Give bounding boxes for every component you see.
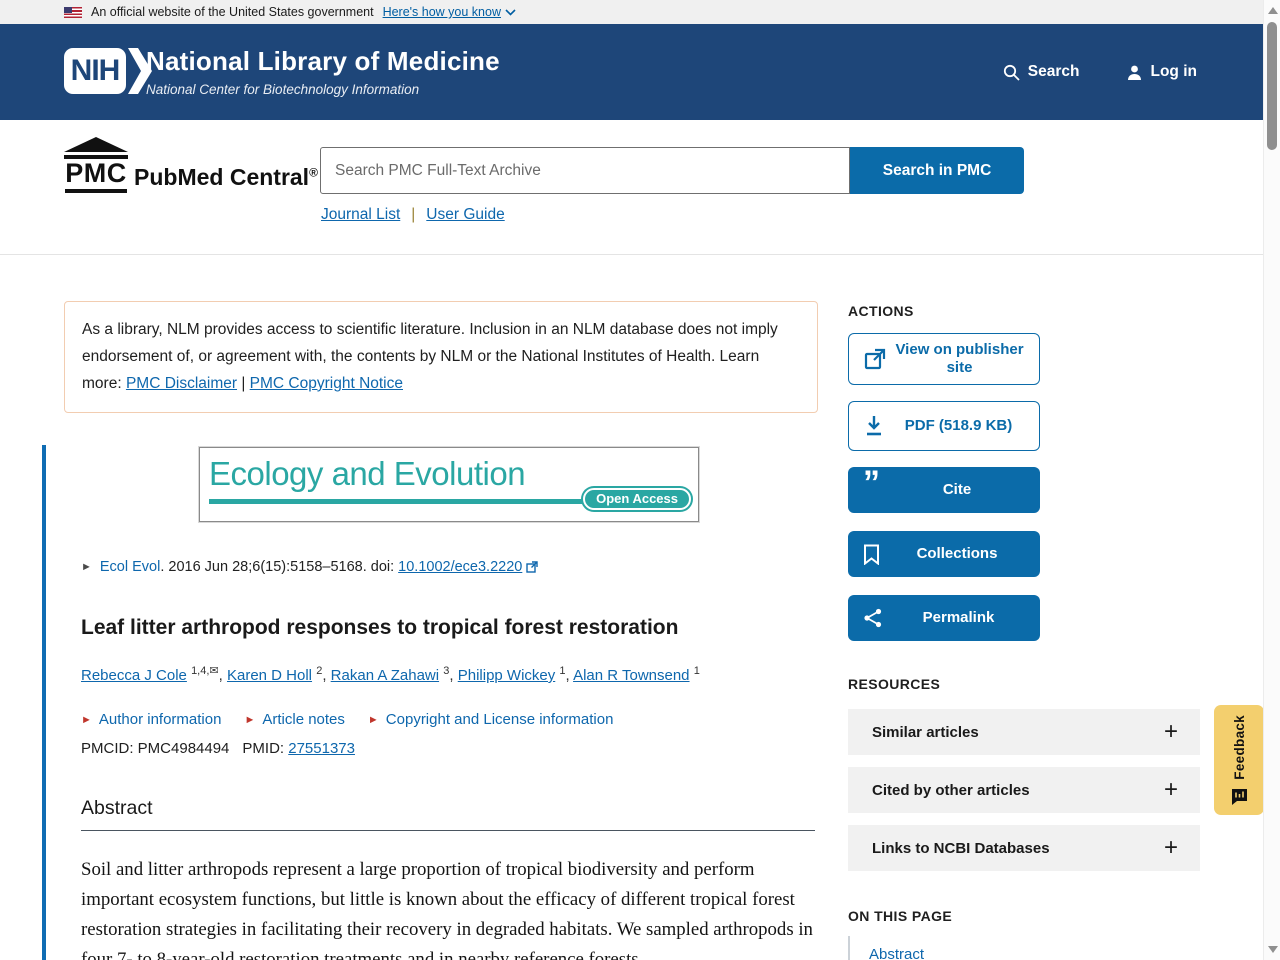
pmc-article-page: An official website of the United States…	[0, 0, 1280, 960]
gov-banner: An official website of the United States…	[0, 0, 1263, 24]
pmc-logo-text: PMC	[65, 158, 127, 193]
external-link-icon	[526, 561, 539, 573]
author-link[interactable]: Karen D Holl	[227, 667, 312, 684]
actions-heading: ACTIONS	[848, 303, 914, 319]
pdf-download-button[interactable]: PDF (518.9 KB)	[848, 401, 1040, 451]
author: Alan R Townsend 1	[573, 665, 700, 684]
journal-rule	[209, 499, 609, 504]
article-notes-link[interactable]: ► Article notes	[244, 711, 344, 728]
scrollbar-thumb[interactable]	[1267, 22, 1277, 150]
download-icon	[864, 415, 884, 437]
pmc-nav-links: Journal List | User Guide	[321, 206, 505, 224]
scroll-down-arrow[interactable]	[1267, 946, 1278, 953]
pmc-header: PMC PubMed Central® Search in PMC Journa…	[0, 120, 1263, 255]
gov-banner-text: An official website of the United States…	[91, 5, 374, 19]
author-link[interactable]: Rebecca J Cole	[81, 667, 187, 684]
doi-link[interactable]: 10.1002/ece3.2220	[398, 559, 522, 575]
scrollbar[interactable]	[1263, 0, 1280, 960]
author-link[interactable]: Alan R Townsend	[573, 667, 689, 684]
pmc-building-icon	[64, 137, 128, 152]
pmc-copyright-link[interactable]: PMC Copyright Notice	[250, 375, 403, 392]
resources-heading: RESOURCES	[848, 676, 941, 692]
search-icon	[1003, 64, 1020, 81]
view-on-publisher-site-button[interactable]: View on publisher site	[848, 333, 1040, 385]
author: Philipp Wickey 1,	[457, 665, 574, 684]
author: Rakan A Zahawi 3,	[330, 665, 458, 684]
author: Karen D Holl 2,	[226, 665, 331, 684]
cite-button[interactable]: ” Cite	[848, 464, 1040, 513]
abstract-heading: Abstract	[81, 797, 815, 831]
pmcid-label: PMCID:	[81, 740, 138, 757]
author-list: Rebecca J Cole 1,4,✉, Karen D Holl 2, Ra…	[81, 664, 700, 684]
journal-title: Ecology and Evolution	[209, 455, 526, 492]
search-in-pmc-button[interactable]: Search in PMC	[850, 147, 1024, 194]
plus-icon: +	[1163, 834, 1178, 861]
copyright-license-link[interactable]: ► Copyright and License information	[368, 711, 614, 728]
author-information-link[interactable]: ► Author information	[81, 711, 221, 728]
org-titles: National Library of Medicine National Ce…	[146, 46, 500, 97]
external-link-icon	[864, 348, 886, 370]
quote-icon: ”	[863, 464, 880, 502]
org-subtitle: National Center for Biotechnology Inform…	[146, 82, 420, 97]
pmc-logo[interactable]: PMC	[64, 137, 128, 193]
cited-by-accordion[interactable]: Cited by other articles +	[848, 767, 1200, 813]
journal-banner: Ecology and Evolution Open Access	[199, 447, 699, 522]
toc-abstract-link[interactable]: Abstract	[869, 946, 924, 960]
share-icon	[863, 608, 883, 628]
marker-icon: ►	[244, 713, 256, 726]
collections-button[interactable]: Collections	[848, 531, 1040, 577]
us-flag-icon	[64, 6, 82, 18]
heres-how-you-know-link[interactable]: Here's how you know	[383, 5, 516, 19]
plus-icon: +	[1163, 718, 1178, 745]
scroll-up-arrow[interactable]	[1267, 7, 1278, 14]
ncbi-links-accordion[interactable]: Links to NCBI Databases +	[848, 825, 1200, 871]
article-meta-links: ► Author information ► Article notes ► C…	[81, 711, 613, 728]
header-login-button[interactable]: Log in	[1126, 63, 1197, 81]
feedback-button[interactable]: Feedback	[1214, 705, 1264, 815]
pmcid-value: PMC4984494	[137, 740, 230, 757]
similar-articles-accordion[interactable]: Similar articles +	[848, 709, 1200, 755]
registered-mark: ®	[309, 165, 318, 180]
author-link[interactable]: Rakan A Zahawi	[331, 667, 439, 684]
on-this-page-heading: ON THIS PAGE	[848, 908, 953, 924]
citation-text: . 2016 Jun 28;6(15):5158–5168. doi:	[160, 559, 395, 575]
pmid-link[interactable]: 27551373	[288, 740, 355, 757]
pmc-search-input[interactable]	[320, 147, 850, 194]
chevron-down-icon	[505, 8, 516, 16]
plus-icon: +	[1163, 776, 1178, 803]
author: Rebecca J Cole 1,4,✉,	[81, 665, 227, 684]
header-actions: Search Log in	[1003, 24, 1197, 120]
nih-logo[interactable]: NIH	[64, 48, 152, 94]
pmc-brand: PubMed Central®	[134, 164, 318, 190]
header-search-button[interactable]: Search	[1003, 63, 1080, 81]
citation-line: ► Ecol Evol . 2016 Jun 28;6(15):5158–516…	[81, 559, 539, 575]
open-access-badge: Open Access	[583, 488, 691, 510]
nlm-header: NIH National Library of Medicine Nationa…	[0, 24, 1263, 120]
marker-icon: ►	[81, 713, 92, 726]
pmc-disclaimer-link[interactable]: PMC Disclaimer	[126, 375, 237, 392]
user-guide-link[interactable]: User Guide	[426, 206, 504, 224]
article-left-rule	[42, 445, 46, 960]
article-title: Leaf litter arthropod responses to tropi…	[81, 616, 679, 639]
journal-abbrev-link[interactable]: Ecol Evol	[100, 559, 160, 575]
on-this-page-toc: Abstract	[848, 936, 1068, 960]
nlm-disclaimer-box: As a library, NLM provides access to sci…	[64, 301, 818, 413]
person-icon	[1127, 65, 1141, 80]
marker-icon: ►	[367, 713, 379, 726]
nih-logo-text: NIH	[64, 48, 126, 94]
abstract-text: Soil and litter arthropods represent a l…	[81, 859, 813, 960]
author-link[interactable]: Philipp Wickey	[458, 667, 556, 684]
feedback-icon	[1231, 789, 1247, 806]
pmid-label: PMID:	[242, 740, 289, 757]
article-ids: PMCID: PMC4984494 PMID: 27551373	[81, 740, 355, 757]
citation-marker-icon: ►	[81, 561, 92, 573]
bookmark-icon	[863, 544, 880, 565]
permalink-button[interactable]: Permalink	[848, 595, 1040, 641]
divider: |	[411, 206, 416, 223]
org-name: National Library of Medicine	[146, 46, 500, 76]
journal-list-link[interactable]: Journal List	[321, 206, 400, 224]
